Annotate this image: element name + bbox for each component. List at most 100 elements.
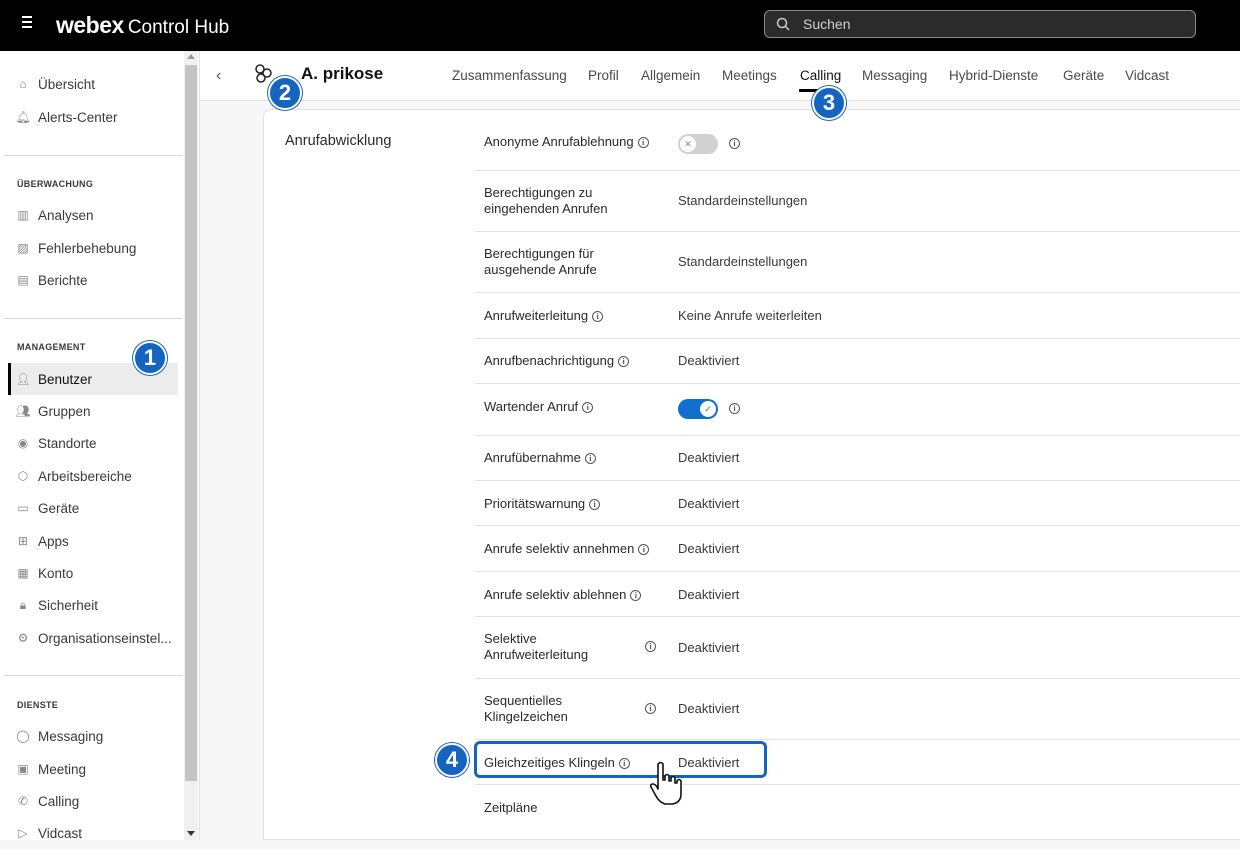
troubleshoot-icon: ▨ [17,241,29,255]
user-name: A. prikose [301,64,384,83]
bell-icon: 🔔︎ [15,110,31,124]
info-icon[interactable]: i [645,703,656,714]
home-icon: ⌂ [19,77,27,91]
setting-row-ausgehende-anrufe[interactable]: Berechtigungen für ausgehende Anrufe Sta… [475,232,1240,293]
sidebar-item-sicherheit[interactable]: 🔒︎ Sicherheit [8,589,178,621]
sidebar-item-messaging[interactable]: ◯ Messaging [8,720,178,752]
sidebar-divider [4,155,182,156]
close-icon: ✕ [680,136,696,152]
check-icon: ✓ [700,401,716,417]
tab-vidcast[interactable]: Vidcast [1125,68,1169,83]
info-icon[interactable]: i [582,402,594,413]
sidebar-divider [4,675,182,676]
report-icon: ▤ [17,273,29,287]
setting-row-eingehende-anrufe[interactable]: Berechtigungen zu eingehenden Anrufen St… [475,171,1240,232]
setting-row-selektiv-ablehnen[interactable]: Anrufe selektiv ablehnen i Deaktiviert [475,572,1240,617]
sidebar-item-fehlerbehebung[interactable]: ▨ Fehlerbehebung [8,232,178,264]
back-chevron-icon[interactable]: ‹ [216,67,228,84]
info-icon[interactable]: i [592,311,604,322]
info-icon[interactable]: i [618,356,630,367]
setting-row-sequentielles-klingelzeichen[interactable]: Sequentielles Klingelzeichen i Deaktivie… [475,679,1240,740]
step-badge-2: 2 [268,76,302,110]
sidebar-item-berichte[interactable]: ▤ Berichte [8,264,178,296]
search-input[interactable] [803,14,1183,34]
tab-meetings[interactable]: Meetings [722,68,777,83]
sidebar-item-geraete[interactable]: ▭ Geräte [8,492,178,524]
setting-row-anonyme-anrufablehnung: Anonyme Anrufablehnung i ✕ i [475,118,1240,171]
info-icon[interactable]: i [630,590,642,601]
info-icon[interactable]: i [584,453,596,464]
device-icon: ▭ [17,501,29,515]
calendar-icon: ▣ [17,762,29,776]
gear-icon: ⚙ [17,631,29,645]
setting-row-anrufweiterleitung[interactable]: Anrufweiterleitung i Keine Anrufe weiterl… [475,293,1240,339]
info-icon[interactable]: i [729,138,740,149]
sidebar-item-organisation[interactable]: ⚙ Organisationseinstel... [8,622,178,654]
sidebar-item-calling[interactable]: ✆ Calling [8,785,178,817]
tab-geraete[interactable]: Geräte [1063,68,1104,83]
top-bar: webex Control Hub [0,0,1240,51]
sidebar-item-gruppen[interactable]: 👥︎ Gruppen [8,395,178,427]
menu-icon[interactable] [22,16,36,30]
sidebar-item-arbeitsbereiche[interactable]: ⬡ Arbeitsbereiche [8,460,178,492]
chart-icon: ▥ [17,208,29,222]
step-badge-4: 4 [435,743,469,777]
tab-zusammenfassung[interactable]: Zusammenfassung [452,68,567,83]
scrollbar-thumb[interactable] [185,65,197,781]
search-box[interactable] [764,10,1196,38]
account-icon: ▦ [17,566,29,580]
setting-row-anrufbenachrichtigung[interactable]: Anrufbenachrichtigung i Deaktiviert [475,339,1240,384]
call-waiting-toggle[interactable]: ✓ [678,399,718,419]
sidebar: ⌂ Übersicht 🔔︎ Alerts-Center ÜBERWACHUNG ▥… [0,51,200,841]
sidebar-divider [4,318,182,319]
step-badge-1: 1 [133,341,167,375]
scroll-up-icon[interactable] [187,54,195,59]
anonymous-rejection-toggle[interactable]: ✕ [678,134,718,154]
setting-row-selektiv-annehmen[interactable]: Anrufe selektiv annehmen i Deaktiviert [475,526,1240,572]
sidebar-item-apps[interactable]: ⊞ Apps [8,525,178,557]
workspace-icon: ⬡ [17,469,29,483]
search-icon [776,17,790,31]
brand-logo: webex Control Hub [56,12,230,38]
sidebar-item-standorte[interactable]: ◉ Standorte [8,427,178,459]
info-icon[interactable]: i [637,137,649,148]
sidebar-item-alerts[interactable]: 🔔︎ Alerts-Center [8,101,178,133]
scroll-down-icon[interactable] [187,831,195,836]
sidebar-item-analysen[interactable]: ▥ Analysen [8,199,178,231]
sidebar-item-meeting[interactable]: ▣ Meeting [8,753,178,785]
info-icon[interactable]: i [645,641,656,652]
play-icon: ▷ [18,826,28,840]
section-title-management: MANAGEMENT [17,342,86,352]
message-icon: ◯ [16,729,30,743]
section-title: Anrufabwicklung [285,133,392,149]
user-icon: 👤︎ [15,372,31,386]
info-icon[interactable]: i [729,403,740,414]
setting-row-zeitplaene[interactable]: Zeitpläne [475,785,1240,840]
setting-row-selektive-anrufweiterleitung[interactable]: Selektive Anrufweiterleitung i Deaktivie… [475,617,1240,679]
sidebar-item-vidcast[interactable]: ▷ Vidcast [8,817,178,849]
setting-row-prioritaetswarnung[interactable]: Prioritätswarnung i Deaktiviert [475,481,1240,526]
user-header: ‹ A. prikose Zusammenfassung Profil Allg… [200,51,1240,101]
setting-row-wartender-anruf: Wartender Anruf i ✓ i [475,384,1240,436]
phone-icon: ✆ [17,794,29,808]
step-badge-3: 3 [812,86,846,120]
setting-row-anrufuebernahme[interactable]: Anrufübernahme i Deaktiviert [475,436,1240,481]
tab-profil[interactable]: Profil [588,68,619,83]
section-title-monitoring: ÜBERWACHUNG [17,179,94,189]
group-icon: 👥︎ [15,404,31,418]
sidebar-scrollbar[interactable] [184,51,198,840]
tab-messaging[interactable]: Messaging [862,68,927,83]
apps-icon: ⊞ [17,534,29,548]
hand-cursor-icon [649,761,682,805]
tab-hybrid-dienste[interactable]: Hybrid-Dienste [949,68,1038,83]
lock-icon: 🔒︎ [19,597,27,612]
tab-calling[interactable]: Calling [800,68,841,83]
info-icon[interactable]: i [589,499,601,510]
tab-allgemein[interactable]: Allgemein [641,68,700,83]
section-title-dienste: DIENSTE [17,700,59,710]
sidebar-item-konto[interactable]: ▦ Konto [8,557,178,589]
sidebar-item-uebersicht[interactable]: ⌂ Übersicht [8,68,178,100]
info-icon[interactable]: i [638,544,650,555]
location-icon: ◉ [17,436,29,450]
highlight-box [474,741,767,778]
